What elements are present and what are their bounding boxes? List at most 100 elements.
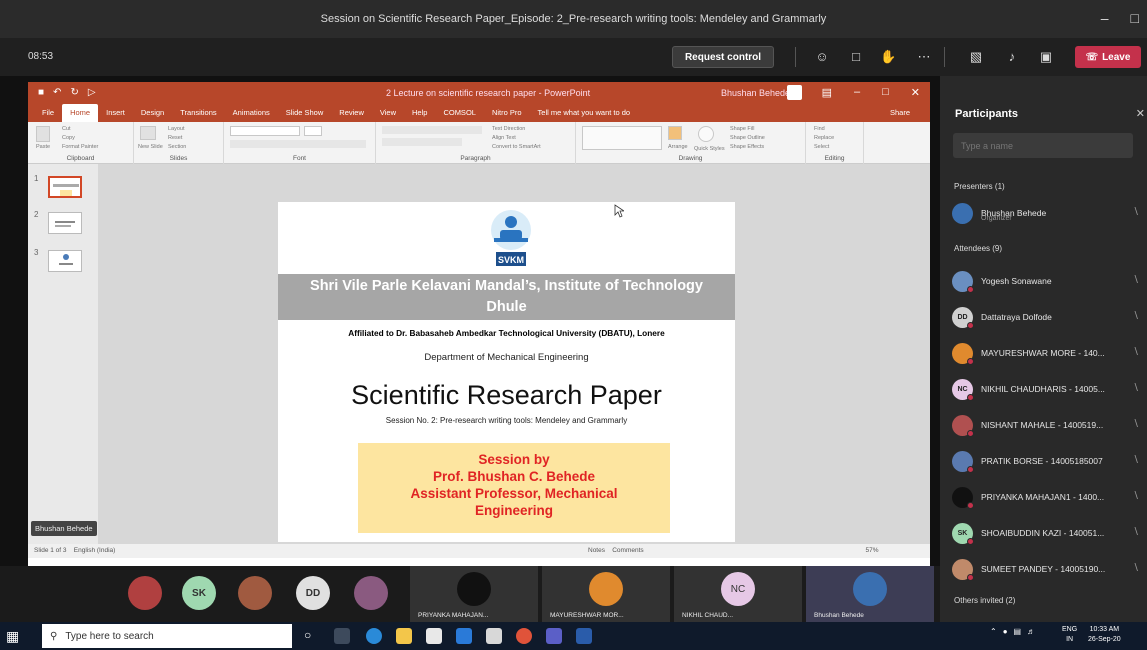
arrange-button[interactable]: Arrange	[668, 144, 688, 150]
align-buttons[interactable]	[382, 138, 462, 146]
save-icon[interactable]: ■	[38, 87, 44, 98]
ribbon-display-icon[interactable]: ▤	[822, 86, 832, 99]
cut-button[interactable]: Cut	[62, 126, 71, 132]
tab-comsol[interactable]: COMSOL	[435, 104, 484, 122]
mail-icon[interactable]	[456, 628, 472, 644]
font-name-select[interactable]	[230, 126, 300, 136]
taskbar-search[interactable]: ⚲ Type here to search	[42, 624, 292, 648]
teams-icon[interactable]	[546, 628, 562, 644]
ppt-user-name[interactable]: Bhushan Behede	[721, 88, 790, 98]
maximize-icon[interactable]: □	[1131, 10, 1139, 26]
slide-thumbnail-1[interactable]	[48, 176, 82, 198]
more-actions-icon[interactable]: ⋯	[916, 49, 932, 65]
participant-row[interactable]: SUMEET PANDEY - 14005190... ∖	[952, 556, 1147, 582]
slide-thumbnail-2[interactable]	[48, 212, 82, 234]
shape-outline-button[interactable]: Shape Outline	[730, 135, 765, 141]
participants-icon[interactable]: ☺	[814, 49, 830, 65]
ppt-share-button[interactable]: Share	[882, 104, 918, 122]
participant-row[interactable]: MAYURESHWAR MORE - 140... ∖	[952, 340, 1147, 366]
cortana-icon[interactable]: ○	[304, 628, 320, 644]
ppt-user-avatar[interactable]	[787, 85, 802, 100]
slide-canvas[interactable]: SVKM Shri Vile Parle Kelavani Mandal’s, …	[278, 202, 735, 542]
copy-button[interactable]: Copy	[62, 135, 75, 141]
tab-slide-show[interactable]: Slide Show	[278, 104, 332, 122]
font-size-select[interactable]	[304, 126, 322, 136]
participant-row[interactable]: SK SHOAIBUDDIN KAZI - 140051... ∖	[952, 520, 1147, 546]
paste-label[interactable]: Paste	[36, 144, 50, 150]
arrange-icon[interactable]	[668, 126, 682, 140]
file-explorer-icon[interactable]	[396, 628, 412, 644]
new-slide-button[interactable]: New Slide	[138, 144, 163, 150]
redo-icon[interactable]: ↻	[70, 87, 78, 98]
notes-button[interactable]: Notes	[588, 547, 605, 554]
paint-icon[interactable]	[486, 628, 502, 644]
paste-icon[interactable]	[36, 126, 50, 142]
zoom-level[interactable]: 57%	[865, 547, 878, 554]
tell-me-search[interactable]: Tell me what you want to do	[530, 104, 639, 122]
windows-start-icon[interactable]: ▦	[6, 628, 22, 644]
shapes-gallery[interactable]	[582, 126, 662, 150]
gallery-avatar[interactable]	[128, 576, 162, 610]
reset-button[interactable]: Reset	[168, 135, 182, 141]
start-from-beginning-icon[interactable]: ▷	[88, 87, 96, 98]
slide-thumbnail-3[interactable]	[48, 250, 82, 272]
store-icon[interactable]	[426, 628, 442, 644]
font-format-buttons[interactable]	[230, 140, 366, 148]
chrome-icon[interactable]	[516, 628, 532, 644]
quick-styles-icon[interactable]	[698, 126, 714, 142]
taskbar-clock[interactable]: 10:33 AM 26-Sep-20	[1088, 625, 1121, 645]
gallery-avatar[interactable]	[238, 576, 272, 610]
participant-row[interactable]: PRATIK BORSE - 14005185007 ∖	[952, 448, 1147, 474]
edge-icon[interactable]	[366, 628, 382, 644]
raise-hand-icon[interactable]: ✋	[880, 49, 896, 65]
select-button[interactable]: Select	[814, 144, 829, 150]
gallery-avatar[interactable]: SK	[182, 576, 216, 610]
ppt-maximize-icon[interactable]: □	[882, 86, 889, 99]
share-tray-icon[interactable]: ▣	[1038, 49, 1054, 65]
tab-view[interactable]: View	[372, 104, 404, 122]
text-direction-button[interactable]: Text Direction	[492, 126, 525, 132]
tab-nitro-pro[interactable]: Nitro Pro	[484, 104, 530, 122]
tab-animations[interactable]: Animations	[225, 104, 278, 122]
gallery-avatar[interactable]: DD	[296, 576, 330, 610]
minimize-icon[interactable]: –	[1101, 10, 1109, 26]
volume-icon[interactable]: ♬	[1027, 627, 1035, 636]
layout-button[interactable]: Layout	[168, 126, 185, 132]
camera-off-icon[interactable]: ▧	[968, 49, 984, 65]
participant-row[interactable]: DD Dattatraya Dolfode ∖	[952, 304, 1147, 330]
tab-file[interactable]: File	[34, 104, 62, 122]
chat-icon[interactable]: □	[848, 49, 864, 65]
participant-row[interactable]: NC NIKHIL CHAUDHARIS - 14005... ∖	[952, 376, 1147, 402]
tab-help[interactable]: Help	[404, 104, 435, 122]
tray-chevron-icon[interactable]: ⌃	[990, 627, 997, 636]
ppt-close-icon[interactable]: ✕	[911, 86, 920, 99]
gallery-tile[interactable]: Bhushan Behede	[806, 566, 934, 622]
quick-styles-button[interactable]: Quick Styles	[694, 146, 725, 152]
ppt-minimize-icon[interactable]: –	[854, 86, 860, 99]
language-indicator[interactable]: ENG IN	[1062, 625, 1077, 645]
close-panel-icon[interactable]: ✕	[1136, 107, 1145, 120]
format-painter-button[interactable]: Format Painter	[62, 144, 98, 150]
leave-button[interactable]: ☏ Leave	[1075, 46, 1141, 68]
shape-effects-button[interactable]: Shape Effects	[730, 144, 764, 150]
tab-transitions[interactable]: Transitions	[172, 104, 224, 122]
location-icon[interactable]: ●	[1003, 627, 1008, 636]
list-buttons[interactable]	[382, 126, 482, 134]
gallery-tile[interactable]: NC NIKHIL CHAUD...	[674, 566, 802, 622]
gallery-avatar[interactable]	[354, 576, 388, 610]
new-slide-icon[interactable]	[140, 126, 156, 140]
participant-row[interactable]: Yogesh Sonawane ∖	[952, 268, 1147, 294]
participant-row[interactable]: Bhushan Behede Organizer ∖	[952, 200, 1147, 226]
request-control-button[interactable]: Request control	[672, 46, 774, 68]
gallery-tile[interactable]: PRIYANKA MAHAJAN...	[410, 566, 538, 622]
participant-search-input[interactable]	[953, 133, 1133, 158]
shape-fill-button[interactable]: Shape Fill	[730, 126, 754, 132]
others-invited-heading[interactable]: Others invited (2)	[954, 596, 1015, 605]
gallery-tile[interactable]: MAYURESHWAR MOR...	[542, 566, 670, 622]
tab-insert[interactable]: Insert	[98, 104, 133, 122]
tab-review[interactable]: Review	[331, 104, 372, 122]
comments-button[interactable]: Comments	[612, 547, 643, 554]
participant-row[interactable]: NISHANT MAHALE - 1400519... ∖	[952, 412, 1147, 438]
tab-design[interactable]: Design	[133, 104, 172, 122]
mic-off-icon[interactable]: ♪	[1004, 49, 1020, 65]
